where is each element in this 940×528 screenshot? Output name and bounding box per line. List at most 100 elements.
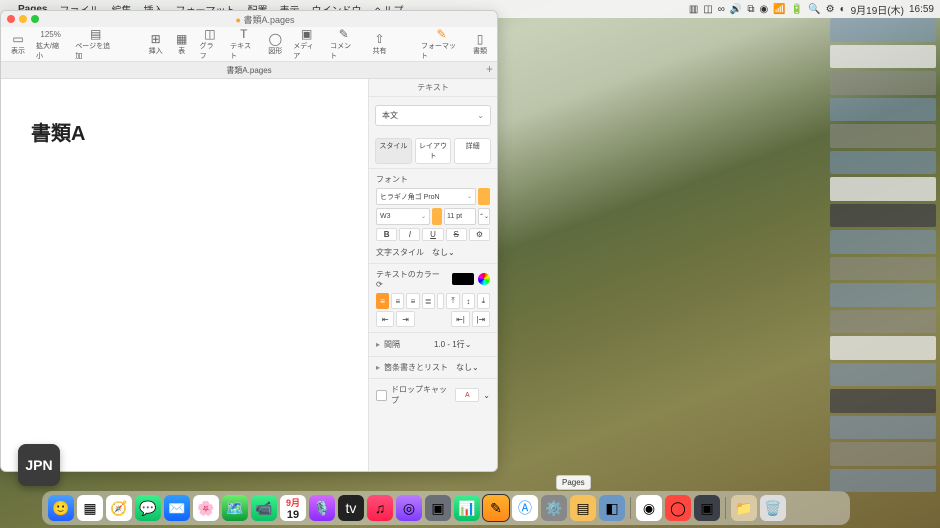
toolbar-document[interactable]: ▯書類: [469, 32, 491, 56]
window-title: ● 書類A.pages: [39, 13, 491, 26]
dock-app2[interactable]: ▤: [570, 495, 596, 521]
new-tab-button[interactable]: +: [486, 62, 493, 76]
font-size-stepper[interactable]: ⌃⌄: [478, 208, 490, 225]
toolbar-chart[interactable]: ◫グラフ: [197, 27, 224, 61]
align-middle[interactable]: ↕: [462, 293, 475, 309]
inspector-header: テキスト: [369, 79, 497, 97]
dock-mail[interactable]: ✉️: [164, 495, 190, 521]
toolbar-format[interactable]: ✎フォーマット: [418, 27, 465, 61]
dock-app3[interactable]: ◧: [599, 495, 625, 521]
advanced-font-button[interactable]: ⚙: [469, 228, 490, 241]
dock-app4[interactable]: ◯: [665, 495, 691, 521]
toolbar: ▭表示 125%拡大/縮小 ▤ページを追加 ⊞挿入 ▦表 ◫グラフ Tテキスト …: [1, 27, 497, 62]
text-color-swatch[interactable]: [452, 273, 474, 285]
dock-trash[interactable]: 🗑️: [760, 495, 786, 521]
font-family-select[interactable]: ヒラギノ角ゴ ProN⌄: [376, 188, 476, 205]
dock-podcasts[interactable]: 🎙️: [309, 495, 335, 521]
dock-appstore[interactable]: Ⓐ: [512, 495, 538, 521]
document-canvas[interactable]: 書類A: [1, 79, 368, 471]
search-icon[interactable]: 🔍: [808, 4, 820, 15]
bluetooth-icon[interactable]: ⧉: [747, 4, 754, 15]
indent-left[interactable]: ⇤: [376, 311, 394, 327]
dock-maps[interactable]: 🗺️: [222, 495, 248, 521]
toolbar-table[interactable]: ▦表: [171, 32, 193, 56]
paragraph-style-select[interactable]: 本文⌄: [375, 105, 491, 126]
toolbar-comment[interactable]: ✎コメント: [327, 27, 360, 61]
bold-button[interactable]: B: [376, 228, 397, 241]
toolbar-insert[interactable]: ⊞挿入: [145, 32, 167, 56]
dock-music[interactable]: ♫: [367, 495, 393, 521]
indent-right[interactable]: ⇥: [396, 311, 414, 327]
menubar-date[interactable]: 9月19日(木): [851, 2, 904, 17]
battery-icon[interactable]: 🔋: [791, 4, 803, 15]
titlebar: ● 書類A.pages: [1, 11, 497, 27]
spacing-preset[interactable]: [482, 338, 490, 351]
toolbar-zoom[interactable]: 125%拡大/縮小: [33, 27, 68, 61]
align-right[interactable]: ≡: [406, 293, 419, 309]
tab-layout[interactable]: レイアウト: [415, 138, 452, 164]
dock-app[interactable]: ▣: [425, 495, 451, 521]
dock-numbers[interactable]: 📊: [454, 495, 480, 521]
dock-downloads[interactable]: 📁: [731, 495, 757, 521]
tab-style[interactable]: スタイル: [375, 138, 412, 164]
menubar-time[interactable]: 16:59: [909, 4, 934, 15]
font-weight-preset[interactable]: [432, 208, 442, 225]
close-button[interactable]: [7, 15, 15, 23]
dropcap-label: ドロップキャップ: [391, 384, 451, 406]
font-preset-button[interactable]: [478, 188, 490, 205]
toolbar-view[interactable]: ▭表示: [7, 32, 29, 56]
dropcap-style[interactable]: A: [455, 388, 479, 402]
dock-finder[interactable]: 🙂: [48, 495, 74, 521]
volume-icon[interactable]: 🔊: [730, 4, 742, 15]
char-style-select[interactable]: なし⌄: [432, 247, 490, 258]
chevron-down-icon: ⌄: [483, 391, 490, 400]
font-size-input[interactable]: 11 pt: [444, 208, 476, 225]
control-center-icon[interactable]: ⚙: [826, 4, 835, 15]
wifi-icon[interactable]: 📶: [773, 4, 785, 15]
dock-calendar[interactable]: 9月19: [280, 495, 306, 521]
align-left[interactable]: ≡: [376, 293, 389, 309]
status-icon[interactable]: ▥: [689, 4, 698, 15]
bullets-select[interactable]: なし⌄: [456, 362, 490, 373]
indent-first[interactable]: ⇤|: [451, 311, 469, 327]
dock-photos[interactable]: 🌸: [193, 495, 219, 521]
status-icon[interactable]: ◫: [703, 4, 712, 15]
zoom-button[interactable]: [31, 15, 39, 23]
document-heading[interactable]: 書類A: [31, 117, 85, 146]
siri-icon[interactable]: ◐: [840, 4, 846, 15]
dock-app5[interactable]: ▣: [694, 495, 720, 521]
align-top[interactable]: ⤒: [446, 293, 459, 309]
dock-pages[interactable]: ✎: [483, 495, 509, 521]
dock-launchpad[interactable]: ▦: [77, 495, 103, 521]
align-bottom[interactable]: ⤓: [477, 293, 490, 309]
user-icon[interactable]: ◉: [760, 4, 769, 15]
dock-settings[interactable]: ⚙️: [541, 495, 567, 521]
underline-button[interactable]: U: [422, 228, 443, 241]
toolbar-shape[interactable]: ◯図形: [264, 32, 286, 56]
color-picker-icon[interactable]: [478, 273, 490, 285]
input-source-badge[interactable]: JPN: [18, 444, 60, 486]
align-justify[interactable]: ≣: [422, 293, 435, 309]
dock-podcasts2[interactable]: ◎: [396, 495, 422, 521]
dock-messages[interactable]: 💬: [135, 495, 161, 521]
dropcap-checkbox[interactable]: [376, 390, 387, 401]
dock-chrome[interactable]: ◉: [636, 495, 662, 521]
toolbar-text[interactable]: Tテキスト: [227, 27, 260, 61]
indent-hang[interactable]: |⇥: [472, 311, 490, 327]
dock-tv[interactable]: tv: [338, 495, 364, 521]
document-tab[interactable]: 書類A.pages +: [1, 62, 497, 79]
italic-button[interactable]: I: [399, 228, 420, 241]
status-icon[interactable]: ∞: [718, 4, 725, 15]
dock-safari[interactable]: 🧭: [106, 495, 132, 521]
spacing-select[interactable]: 1.0 - 1行⌄: [434, 339, 478, 350]
chevron-down-icon: ⌄: [477, 111, 484, 120]
dock-facetime[interactable]: 📹: [251, 495, 277, 521]
font-weight-select[interactable]: W3⌄: [376, 208, 430, 225]
tab-more[interactable]: 詳細: [454, 138, 491, 164]
minimize-button[interactable]: [19, 15, 27, 23]
strike-button[interactable]: S: [446, 228, 467, 241]
align-center[interactable]: ≡: [391, 293, 404, 309]
toolbar-collab[interactable]: ⇧共有: [368, 32, 390, 56]
toolbar-media[interactable]: ▣メディア: [290, 27, 323, 61]
toolbar-addpage[interactable]: ▤ページを追加: [72, 27, 119, 61]
